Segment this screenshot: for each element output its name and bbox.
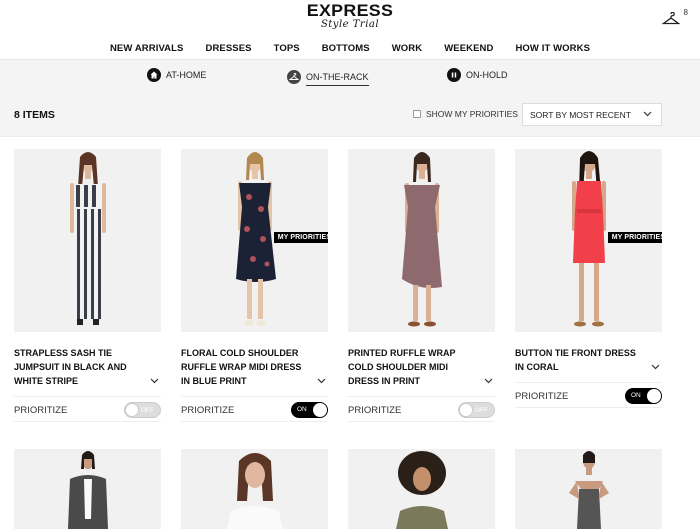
model-figure	[226, 453, 283, 529]
nav-dresses[interactable]: DRESSES	[205, 43, 251, 54]
toggle-knob	[125, 403, 139, 417]
nav-new-arrivals[interactable]: NEW ARRIVALS	[110, 43, 184, 54]
model-figure	[69, 152, 106, 325]
toggle-state: ON	[297, 406, 307, 413]
prioritize-label: PRIORITIZE	[14, 405, 68, 416]
prioritize-row: PRIORITIZE ON	[515, 382, 662, 408]
product-image[interactable]	[14, 149, 161, 332]
status-section: AT-HOME ON-THE-RACK ON-HOLD 8 ITEMS SHOW…	[0, 60, 700, 137]
home-icon	[147, 68, 161, 82]
prioritize-label: PRIORITIZE	[515, 391, 569, 402]
site-header: EXPRESS Style Trial 8	[0, 0, 700, 38]
product-card[interactable]	[515, 449, 662, 529]
tab-label: ON-HOLD	[466, 70, 508, 80]
show-priorities-checkbox[interactable]	[413, 110, 421, 118]
product-card[interactable]	[181, 449, 328, 529]
hanger-icon	[662, 12, 680, 25]
chevron-down-icon[interactable]	[317, 376, 326, 385]
product-title[interactable]: BUTTON TIE FRONT DRESS IN CORAL	[515, 346, 662, 374]
toggle-knob	[313, 403, 327, 417]
nav-work[interactable]: WORK	[392, 43, 422, 54]
prioritize-toggle[interactable]: OFF	[458, 402, 495, 418]
list-toolbar: 8 ITEMS SHOW MY PRIORITIES SORT BY MOST …	[0, 97, 700, 137]
model-figure	[395, 451, 448, 529]
chevron-down-icon	[643, 111, 652, 117]
product-card[interactable]: PRINTED RUFFLE WRAP COLD SHOULDER MIDI D…	[348, 149, 495, 422]
prioritize-row: PRIORITIZE ON	[181, 396, 328, 422]
tab-label: AT-HOME	[166, 70, 207, 80]
product-image[interactable]: MY PRIORITIES	[181, 149, 328, 332]
tab-label: ON-THE-RACK	[306, 72, 369, 86]
product-card[interactable]	[14, 449, 161, 529]
toggle-state: ON	[631, 392, 641, 399]
prioritize-label: PRIORITIZE	[348, 405, 402, 416]
prioritize-label: PRIORITIZE	[181, 405, 235, 416]
product-title-text: FLORAL COLD SHOULDER RUFFLE WRAP MIDI DR…	[181, 348, 302, 386]
prioritize-row: PRIORITIZE OFF	[14, 396, 161, 422]
product-image[interactable]	[14, 449, 161, 529]
product-card[interactable]: MY PRIORITIES BUTTON TIE FRONT DRESS IN …	[515, 149, 662, 408]
status-tabs: AT-HOME ON-THE-RACK ON-HOLD	[0, 60, 700, 97]
toggle-state: OFF	[141, 407, 154, 414]
pause-icon	[447, 68, 461, 82]
items-count: 8 ITEMS	[14, 109, 55, 121]
show-priorities-label: SHOW MY PRIORITIES	[426, 109, 518, 119]
product-title[interactable]: STRAPLESS SASH TIE JUMPSUIT IN BLACK AND…	[14, 346, 161, 388]
my-priorities-badge: MY PRIORITIES	[607, 232, 662, 243]
brand-subtitle: Style Trial	[320, 19, 380, 30]
prioritize-row: PRIORITIZE OFF	[348, 396, 495, 422]
model-figure	[67, 451, 108, 529]
product-title[interactable]: FLORAL COLD SHOULDER RUFFLE WRAP MIDI DR…	[181, 346, 328, 388]
prioritize-toggle[interactable]: ON	[625, 388, 662, 404]
product-card[interactable]: STRAPLESS SASH TIE JUMPSUIT IN BLACK AND…	[14, 149, 161, 422]
nav-how-it-works[interactable]: HOW IT WORKS	[515, 43, 590, 54]
sort-selected: SORT BY MOST RECENT	[530, 110, 631, 120]
my-priorities-badge: MY PRIORITIES	[273, 232, 328, 243]
tab-on-hold[interactable]: ON-HOLD	[447, 68, 508, 82]
tab-at-home[interactable]: AT-HOME	[147, 68, 206, 82]
product-title[interactable]: PRINTED RUFFLE WRAP COLD SHOULDER MIDI D…	[348, 346, 495, 388]
model-figure	[568, 451, 609, 529]
toggle-knob	[647, 389, 661, 403]
model-figure	[401, 152, 442, 327]
brand-name: EXPRESS	[306, 1, 394, 20]
main-nav: NEW ARRIVALS DRESSES TOPS BOTTOMS WORK W…	[0, 38, 700, 60]
nav-bottoms[interactable]: BOTTOMS	[322, 43, 370, 54]
product-title-text: PRINTED RUFFLE WRAP COLD SHOULDER MIDI D…	[348, 348, 456, 386]
product-image[interactable]	[348, 449, 495, 529]
product-image[interactable]	[515, 449, 662, 529]
product-title-text: STRAPLESS SASH TIE JUMPSUIT IN BLACK AND…	[14, 348, 127, 386]
chevron-down-icon[interactable]	[150, 376, 159, 385]
product-card[interactable]: MY PRIORITIES FLORAL COLD SHOULDER RUFFL…	[181, 149, 328, 422]
sort-dropdown[interactable]: SORT BY MOST RECENT	[522, 103, 662, 126]
tab-on-the-rack[interactable]: ON-THE-RACK	[287, 68, 369, 86]
toggle-knob	[459, 403, 473, 417]
prioritize-toggle[interactable]: ON	[291, 402, 328, 418]
hanger-icon	[287, 70, 301, 84]
product-image[interactable]	[181, 449, 328, 529]
nav-tops[interactable]: TOPS	[274, 43, 300, 54]
chevron-down-icon[interactable]	[651, 362, 660, 371]
product-title-text: BUTTON TIE FRONT DRESS IN CORAL	[515, 348, 636, 372]
rack-count: 8	[683, 8, 688, 17]
show-priorities-filter[interactable]: SHOW MY PRIORITIES	[413, 109, 518, 119]
toggle-state: OFF	[475, 407, 488, 414]
rack-button[interactable]: 8	[662, 8, 688, 30]
product-image[interactable]	[348, 149, 495, 332]
product-card[interactable]	[348, 449, 495, 529]
chevron-down-icon[interactable]	[484, 376, 493, 385]
product-image[interactable]: MY PRIORITIES	[515, 149, 662, 332]
brand-logo[interactable]: EXPRESS Style Trial	[0, 2, 700, 31]
nav-weekend[interactable]: WEEKEND	[444, 43, 493, 54]
prioritize-toggle[interactable]: OFF	[124, 402, 161, 418]
